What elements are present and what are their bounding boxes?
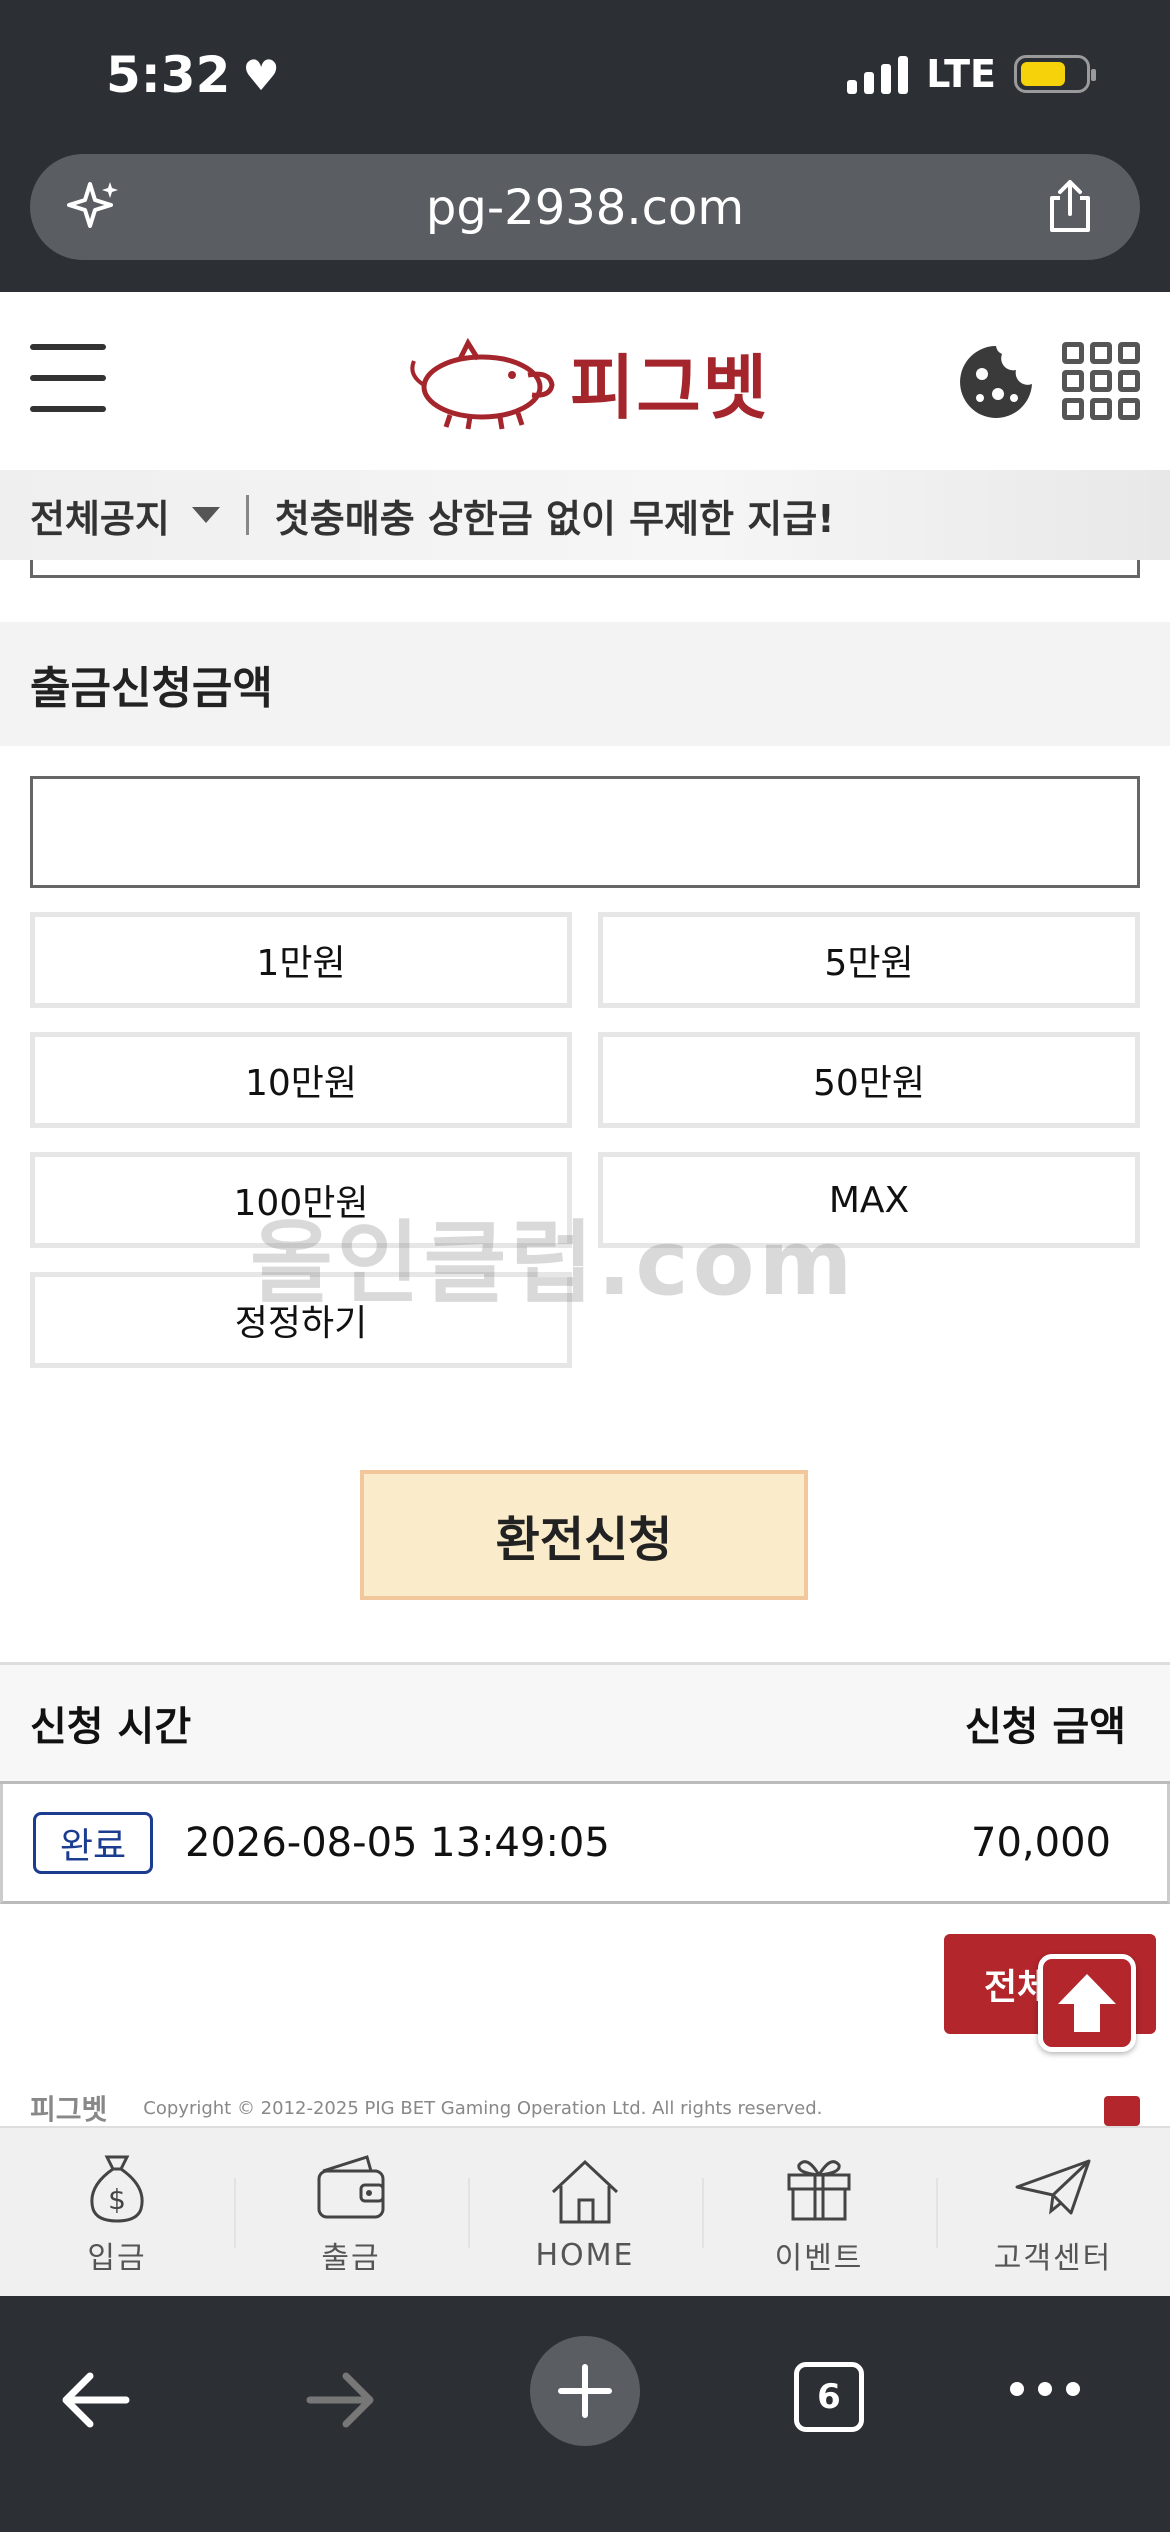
column-header-amount: 신청 금액 [964, 1704, 1126, 1750]
logo-text: 피그벳 [570, 347, 770, 429]
notice-bar[interactable]: 전체공지 첫충매충 상한금 없이 무제한 지급! [0, 470, 1170, 560]
nav-label-event: 이벤트 [774, 2241, 864, 2276]
share-icon[interactable] [1040, 176, 1100, 236]
arrow-up-icon [1058, 1974, 1116, 2032]
age-rating-icon [1104, 2096, 1140, 2126]
signal-icon [847, 54, 909, 94]
menu-icon[interactable] [30, 344, 106, 414]
money-bag-icon: $ [90, 2155, 144, 2223]
browser-bottom-toolbar: 6 [0, 2296, 1170, 2532]
cookie-icon[interactable] [958, 344, 1034, 420]
status-time-text: 5:32 [106, 46, 231, 104]
exchange-request-button[interactable]: 환전신청 [360, 1470, 808, 1600]
url-bar[interactable]: pg-2938.com [30, 154, 1140, 260]
amount-reset-button[interactable]: 정정하기 [30, 1272, 572, 1368]
previous-input-field[interactable] [30, 560, 1140, 578]
row-amount: 70,000 [971, 1819, 1111, 1866]
scroll-to-top-button[interactable] [1038, 1954, 1136, 2052]
wallet-icon [317, 2155, 385, 2219]
chevron-down-icon[interactable] [191, 507, 220, 523]
notice-category[interactable]: 전체공지 [30, 488, 170, 543]
nav-label-deposit: 입금 [87, 2241, 147, 2276]
forward-arrow-icon[interactable] [300, 2360, 380, 2440]
amount-button-50k[interactable]: 5만원 [598, 912, 1140, 1008]
tabs-button[interactable]: 6 [794, 2362, 864, 2432]
url-text[interactable]: pg-2938.com [30, 180, 1140, 236]
nav-label-withdraw: 출금 [321, 2241, 381, 2276]
status-time: 5:32 ♥ [106, 46, 280, 104]
withdraw-section-header: 출금신청금액 [0, 622, 1170, 746]
nav-label-support: 고객센터 [993, 2241, 1113, 2276]
column-header-time: 신청 시간 [30, 1704, 192, 1750]
back-arrow-icon[interactable] [56, 2360, 136, 2440]
footer-logo: 피그벳 [30, 2093, 108, 2126]
row-time: 2026-08-05 13:49:05 [185, 1819, 610, 1866]
section-title: 출금신청금액 [30, 663, 273, 714]
footer-copyright: Copyright © 2012-2025 PIG BET Gaming Ope… [143, 2097, 823, 2119]
amount-button-500k[interactable]: 50만원 [598, 1032, 1140, 1128]
more-icon[interactable] [1010, 2382, 1080, 2396]
home-icon [551, 2159, 619, 2223]
app-grid-icon[interactable] [1062, 342, 1140, 420]
nav-deposit[interactable]: $ 입금 [0, 2128, 234, 2296]
amount-button-100k[interactable]: 10만원 [30, 1032, 572, 1128]
new-tab-button[interactable] [530, 2336, 640, 2446]
history-table: 신청 시간 신청 금액 완료 2026-08-05 13:49:05 70,00… [0, 1662, 1170, 1904]
status-indicators: LTE [847, 52, 1096, 96]
nav-label-home: HOME [535, 2237, 635, 2273]
nav-withdraw[interactable]: 출금 [234, 2128, 468, 2296]
table-row: 완료 2026-08-05 13:49:05 70,000 [0, 1784, 1170, 1904]
nav-home[interactable]: HOME [468, 2128, 702, 2296]
plus-icon [558, 2364, 612, 2418]
nav-support[interactable]: 고객센터 [936, 2128, 1170, 2296]
footer: 피그벳 Copyright © 2012-2025 PIG BET Gaming… [0, 2090, 1170, 2126]
battery-icon [1014, 55, 1096, 93]
paper-plane-icon [1015, 2159, 1091, 2215]
notice-divider [245, 495, 249, 535]
nav-event[interactable]: 이벤트 [702, 2128, 936, 2296]
status-badge: 완료 [33, 1811, 153, 1874]
bottom-nav: $ 입금 출금 HOME 이벤트 고객센터 [0, 2126, 1170, 2296]
notice-text[interactable]: 첫충매충 상한금 없이 무제한 지급! [275, 488, 835, 543]
amount-input[interactable] [30, 776, 1140, 888]
network-label: LTE [926, 52, 996, 96]
svg-text:$: $ [108, 2183, 126, 2216]
table-header: 신청 시간 신청 금액 [0, 1662, 1170, 1784]
amount-button-10k[interactable]: 1만원 [30, 912, 572, 1008]
browser-top-chrome: 5:32 ♥ LTE pg-2938.com [0, 0, 1170, 292]
gift-icon [787, 2160, 851, 2221]
heart-icon: ♥ [242, 50, 281, 100]
amount-button-max[interactable]: MAX [598, 1152, 1140, 1248]
site-header: 피그벳 [0, 292, 1170, 470]
site-logo[interactable]: 피그벳 [400, 332, 769, 433]
amount-button-1m[interactable]: 100만원 [30, 1152, 572, 1248]
pig-logo-icon [410, 337, 555, 429]
